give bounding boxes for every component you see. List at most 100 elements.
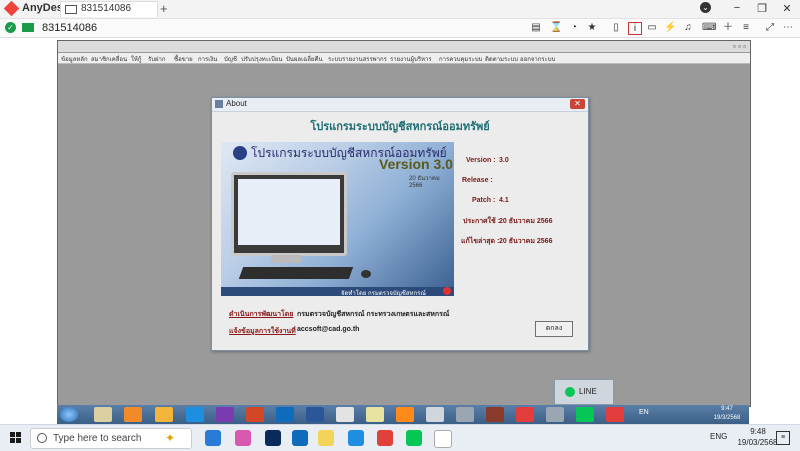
splash-image: โปรแกรมระบบบัญชีสหกรณ์ออมทรัพย์ Version … bbox=[221, 142, 454, 296]
microphone-icon[interactable]: ♫ bbox=[682, 22, 694, 33]
clock-date: 19/3/2568 bbox=[713, 415, 741, 421]
app-icon[interactable] bbox=[546, 407, 564, 422]
menu-item[interactable]: ซื้อขาย bbox=[174, 54, 193, 64]
about-titlebar: About ✕ bbox=[212, 98, 588, 112]
splash-footer: จัดทำโดย กรมตรวจบัญชีสหกรณ์ bbox=[221, 287, 454, 296]
close-button[interactable]: ✕ bbox=[570, 99, 585, 109]
app-window-controls[interactable]: ▫ ▫ ▫ bbox=[733, 42, 746, 51]
chrome-icon[interactable] bbox=[377, 430, 393, 446]
star-icon[interactable]: ★ bbox=[586, 22, 598, 33]
explorer-icon[interactable] bbox=[94, 407, 112, 422]
chat-icon[interactable]: ▤ bbox=[530, 22, 542, 33]
app-menubar: ข้อมูลหลัก สมาชิกเคลื่อน ให้กู้ รับฝาก ซ… bbox=[58, 53, 750, 64]
chrome-icon[interactable] bbox=[336, 407, 354, 422]
outlook-icon[interactable] bbox=[276, 407, 294, 422]
menu-item[interactable]: รายงานผู้บริหาร bbox=[390, 54, 432, 64]
more-icon[interactable]: ⋯ bbox=[782, 22, 794, 33]
menu-item[interactable]: ปรับปรุงทะเบียน bbox=[241, 54, 282, 64]
language-indicator[interactable]: EN bbox=[639, 409, 649, 416]
anydesk-titlebar: AnyDesk 831514086 + ⌄ − ❐ ✕ bbox=[0, 0, 800, 19]
photoshop-icon[interactable] bbox=[265, 430, 281, 446]
display-icon[interactable]: ▭ bbox=[646, 22, 658, 33]
chrome-canary-icon[interactable] bbox=[366, 407, 384, 422]
clock-time: 9:48 bbox=[750, 427, 766, 436]
menu-item[interactable]: การควบคุมระบบ bbox=[439, 54, 482, 64]
menu-item[interactable]: ออกจากระบบ bbox=[520, 54, 555, 64]
firefox-icon[interactable] bbox=[396, 407, 414, 422]
menu-item[interactable]: ติดตามระบบ bbox=[485, 54, 518, 64]
line-icon[interactable] bbox=[576, 407, 594, 422]
keyboard-icon[interactable]: ⌨ bbox=[702, 22, 716, 33]
monitor-icon bbox=[65, 5, 77, 14]
close-button[interactable]: ✕ bbox=[780, 2, 794, 15]
outlook-icon[interactable] bbox=[292, 430, 308, 446]
notification-icon[interactable]: ≡ bbox=[776, 431, 790, 445]
monitor-screen bbox=[238, 179, 340, 245]
ok-button[interactable]: ตกลง bbox=[535, 321, 573, 337]
onenote-icon[interactable] bbox=[216, 407, 234, 422]
menu-item[interactable]: ให้กู้ bbox=[131, 54, 142, 64]
release-label: Release : bbox=[462, 177, 493, 184]
copilot-icon[interactable] bbox=[235, 430, 251, 446]
file-explorer-icon[interactable] bbox=[318, 430, 334, 446]
app-titlebar: ▫ ▫ ▫ bbox=[58, 41, 750, 52]
winrar-icon[interactable] bbox=[486, 407, 504, 422]
line-notification[interactable]: LINE bbox=[554, 379, 614, 405]
release-date-value: 20 ธันวาคม 2566 bbox=[499, 218, 553, 225]
menu-item[interactable]: ข้อมูลหลัก bbox=[61, 54, 88, 64]
new-tab-button[interactable]: + bbox=[160, 1, 168, 16]
windows-start-icon[interactable] bbox=[10, 432, 22, 444]
updated-value: 20 ธันวาคม 2566 bbox=[499, 238, 553, 245]
info-icon[interactable]: i bbox=[628, 22, 642, 35]
start-orb-icon[interactable] bbox=[60, 407, 78, 422]
splash-footer-text: จัดทำโดย กรมตรวจบัญชีสหกรณ์ bbox=[341, 291, 426, 296]
add-icon[interactable]: ＋ bbox=[722, 22, 734, 33]
minimize-button[interactable]: − bbox=[730, 2, 744, 14]
anydesk-menu-icon[interactable]: ⌄ bbox=[700, 2, 711, 13]
app-icon[interactable] bbox=[456, 407, 474, 422]
hourglass-icon[interactable]: ⌛ bbox=[550, 22, 562, 33]
app-g-icon[interactable] bbox=[155, 407, 173, 422]
fullscreen-icon[interactable]: ⤢ bbox=[764, 22, 776, 33]
about-title: About bbox=[226, 99, 247, 108]
menu-item[interactable]: สมาชิกเคลื่อน bbox=[91, 54, 127, 64]
taskbar-search[interactable]: Type here to search ✦ bbox=[30, 428, 192, 449]
version-value: 3.0 bbox=[499, 157, 509, 164]
media-player-icon[interactable] bbox=[124, 407, 142, 422]
menu-item[interactable]: รับฝาก bbox=[148, 54, 166, 64]
app-icon bbox=[215, 100, 223, 108]
remote-monitor-icon[interactable] bbox=[22, 23, 34, 32]
maximize-button[interactable]: ❐ bbox=[755, 2, 769, 15]
about-heading: โปรแกรมระบบบัญชีสหกรณ์ออมทรัพย์ bbox=[310, 121, 490, 133]
menu-item[interactable]: การเงิน bbox=[198, 54, 217, 64]
anydesk-icon[interactable] bbox=[516, 407, 534, 422]
action-icon[interactable]: ⚡ bbox=[664, 22, 676, 33]
settings-icon[interactable]: ≡ bbox=[740, 22, 752, 33]
logo-icon bbox=[233, 146, 247, 160]
menu-item[interactable]: ปันผลเฉลี่ยคืน bbox=[286, 54, 323, 64]
developer-link[interactable]: ดำเนินการพัฒนาโดย bbox=[229, 309, 293, 320]
anydesk-session-tab[interactable]: 831514086 bbox=[60, 1, 158, 17]
anydesk-icon[interactable] bbox=[606, 407, 624, 422]
task-view-icon[interactable] bbox=[205, 430, 221, 446]
anydesk-toolbar: ✓ 831514086 ▤ ⌛ ◔ ★ ▯ i ▭ ⚡ ♫ ⌨ ＋ ≡ ⤢ ⋯ bbox=[0, 19, 800, 38]
document-icon[interactable] bbox=[434, 430, 452, 448]
updated-label: แก้ไขล่าสุด : bbox=[461, 238, 500, 245]
menu-item[interactable]: ระบบรายงานสรรพากร bbox=[328, 54, 387, 64]
mouse-icon bbox=[361, 270, 371, 278]
word-icon[interactable] bbox=[306, 407, 324, 422]
file-icon[interactable]: ▯ bbox=[610, 22, 622, 33]
accounting-app-icon[interactable] bbox=[426, 407, 444, 422]
powerpoint-icon[interactable] bbox=[246, 407, 264, 422]
monitor-stand bbox=[271, 255, 301, 263]
clock-date: 19/03/2568 bbox=[737, 438, 778, 447]
menu-item[interactable]: บัญชี bbox=[224, 54, 237, 64]
contact-link[interactable]: แจ้งข้อมูลการใช้งานที่ bbox=[229, 326, 296, 337]
splash-version: Version 3.0 bbox=[379, 156, 453, 172]
line-icon[interactable] bbox=[406, 430, 422, 446]
edge-icon[interactable] bbox=[186, 407, 204, 422]
language-indicator[interactable]: ENG bbox=[710, 432, 727, 441]
edge-icon[interactable] bbox=[348, 430, 364, 446]
connection-status-icon: ✓ bbox=[5, 22, 16, 33]
speed-icon[interactable]: ◔ bbox=[568, 22, 580, 33]
